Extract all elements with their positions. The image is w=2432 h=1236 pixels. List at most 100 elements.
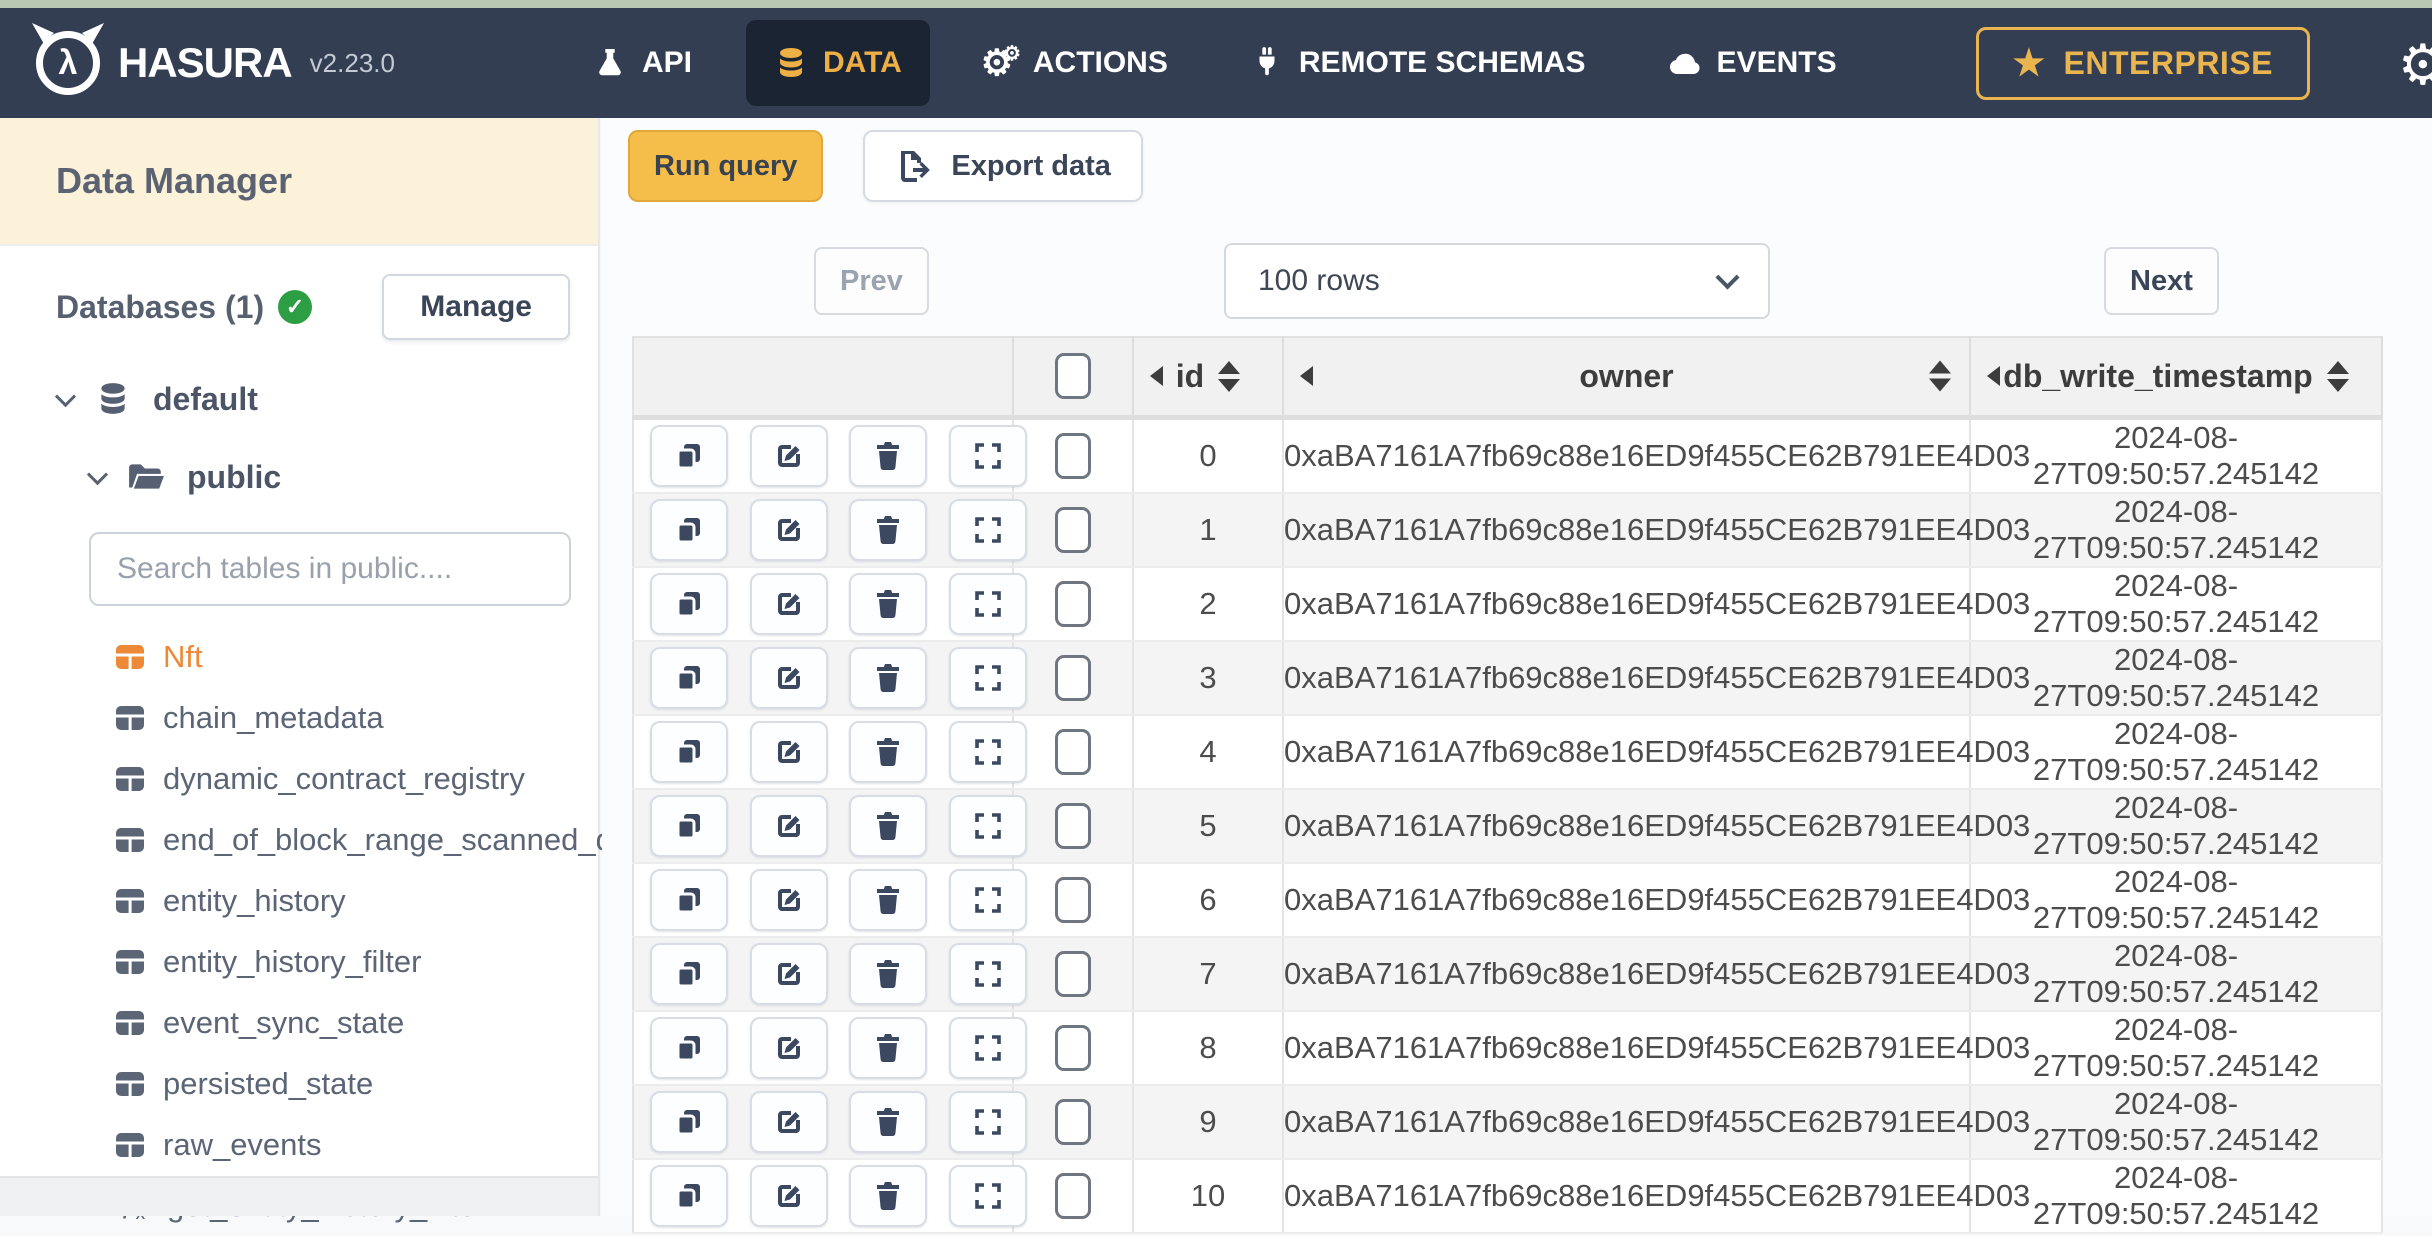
- collapse-column-icon[interactable]: [1987, 366, 2000, 386]
- row-clone-button[interactable]: [650, 943, 728, 1005]
- row-expand-button[interactable]: [949, 869, 1027, 931]
- row-delete-button[interactable]: [849, 795, 927, 857]
- row-edit-button[interactable]: [750, 943, 828, 1005]
- row-edit-button[interactable]: [750, 1017, 828, 1079]
- row-expand-button[interactable]: [949, 647, 1027, 709]
- row-edit-button[interactable]: [750, 499, 828, 561]
- row-delete-button[interactable]: [849, 1091, 927, 1153]
- row-expand-button[interactable]: [949, 573, 1027, 635]
- run-query-button[interactable]: Run query: [628, 130, 823, 202]
- nav-item-api[interactable]: API: [565, 20, 720, 106]
- row-delete-button[interactable]: [849, 425, 927, 487]
- column-header-db-write-timestamp[interactable]: db_write_timestamp: [1970, 337, 2382, 417]
- row-edit-button[interactable]: [750, 647, 828, 709]
- row-checkbox[interactable]: [1055, 877, 1091, 923]
- chevron-down-icon[interactable]: [87, 464, 108, 485]
- row-clone-button[interactable]: [650, 721, 728, 783]
- row-expand-button[interactable]: [949, 499, 1027, 561]
- sidebar-table-item[interactable]: ƒx dynamic_contract_registry: [0, 748, 598, 809]
- column-header-owner[interactable]: owner: [1283, 337, 1970, 417]
- row-delete-button[interactable]: [849, 721, 927, 783]
- table-row: 9 0xaBA7161A7fb69c88e16ED9f455CE62B791EE…: [633, 1085, 2382, 1159]
- row-expand-button[interactable]: [949, 1017, 1027, 1079]
- row-clone-button[interactable]: [650, 647, 728, 709]
- rows-per-page-select[interactable]: 100 rows: [1224, 243, 1770, 319]
- next-page-button[interactable]: Next: [2104, 247, 2219, 315]
- row-expand-button[interactable]: [949, 1091, 1027, 1153]
- sidebar-table-item[interactable]: ƒx end_of_block_range_scanned_data: [0, 809, 598, 870]
- row-expand-button[interactable]: [949, 795, 1027, 857]
- row-delete-button[interactable]: [849, 1017, 927, 1079]
- row-delete-button[interactable]: [849, 499, 927, 561]
- collapse-column-icon[interactable]: [1150, 366, 1163, 386]
- row-checkbox[interactable]: [1055, 803, 1091, 849]
- row-edit-button[interactable]: [750, 1165, 828, 1227]
- collapse-column-icon[interactable]: [1300, 366, 1313, 386]
- row-delete-button[interactable]: [849, 943, 927, 1005]
- nav-item-data[interactable]: DATA: [746, 20, 930, 106]
- sort-icon[interactable]: [2327, 361, 2349, 392]
- row-edit-button[interactable]: [750, 795, 828, 857]
- tree-node-database[interactable]: default: [0, 366, 598, 432]
- row-edit-button[interactable]: [750, 1091, 828, 1153]
- tree-node-schema[interactable]: public: [0, 444, 598, 510]
- row-edit-button[interactable]: [750, 573, 828, 635]
- cell-owner: 0xaBA7161A7fb69c88e16ED9f455CE62B791EE4D…: [1283, 789, 1970, 863]
- export-data-button[interactable]: Export data: [863, 130, 1143, 202]
- row-edit-button[interactable]: [750, 425, 828, 487]
- nav-item-remote-schemas[interactable]: REMOTE SCHEMAS: [1222, 20, 1614, 106]
- row-delete-button[interactable]: [849, 869, 927, 931]
- row-checkbox[interactable]: [1055, 655, 1091, 701]
- row-checkbox[interactable]: [1055, 729, 1091, 775]
- manage-button[interactable]: Manage: [382, 274, 570, 340]
- grid-body: 0 0xaBA7161A7fb69c88e16ED9f455CE62B791EE…: [633, 417, 2382, 1233]
- row-expand-button[interactable]: [949, 943, 1027, 1005]
- enterprise-button[interactable]: ★ ENTERPRISE: [1976, 27, 2310, 100]
- row-delete-button[interactable]: [849, 647, 927, 709]
- sort-icon[interactable]: [1929, 361, 1951, 392]
- nav-item-events[interactable]: EVENTS: [1640, 20, 1865, 106]
- schema-name: public: [187, 459, 281, 496]
- row-checkbox[interactable]: [1055, 433, 1091, 479]
- sidebar-table-item[interactable]: ƒx persisted_state: [0, 1053, 598, 1114]
- select-all-checkbox[interactable]: [1055, 353, 1091, 399]
- row-delete-button[interactable]: [849, 573, 927, 635]
- sidebar-table-item[interactable]: ƒx chain_metadata: [0, 687, 598, 748]
- sidebar-table-item[interactable]: ƒx entity_history_filter: [0, 931, 598, 992]
- search-tables-input[interactable]: [89, 532, 571, 606]
- row-clone-button[interactable]: [650, 1091, 728, 1153]
- row-clone-button[interactable]: [650, 795, 728, 857]
- hasura-logo[interactable]: λ: [34, 29, 102, 97]
- sidebar-table-item[interactable]: ƒx raw_events: [0, 1114, 598, 1175]
- row-checkbox[interactable]: [1055, 1099, 1091, 1145]
- prev-page-button[interactable]: Prev: [814, 247, 929, 315]
- column-header-id[interactable]: id: [1133, 337, 1283, 417]
- edit-icon: [773, 1032, 805, 1064]
- row-clone-button[interactable]: [650, 573, 728, 635]
- row-checkbox[interactable]: [1055, 1025, 1091, 1071]
- row-clone-button[interactable]: [650, 869, 728, 931]
- row-checkbox[interactable]: [1055, 581, 1091, 627]
- chevron-down-icon[interactable]: [55, 386, 76, 407]
- row-delete-button[interactable]: [849, 1165, 927, 1227]
- row-clone-button[interactable]: [650, 1165, 728, 1227]
- row-clone-button[interactable]: [650, 1017, 728, 1079]
- row-edit-button[interactable]: [750, 869, 828, 931]
- gears-icon: ⚙⚙: [984, 46, 1018, 80]
- sort-icon[interactable]: [1218, 361, 1240, 392]
- row-checkbox[interactable]: [1055, 507, 1091, 553]
- nav-item-actions[interactable]: ⚙⚙ ACTIONS: [956, 20, 1196, 106]
- row-expand-button[interactable]: [949, 1165, 1027, 1227]
- row-checkbox[interactable]: [1055, 951, 1091, 997]
- sidebar-table-item[interactable]: ƒx Nft: [0, 626, 598, 687]
- row-clone-button[interactable]: [650, 425, 728, 487]
- row-edit-button[interactable]: [750, 721, 828, 783]
- sidebar-table-item[interactable]: ƒx entity_history: [0, 870, 598, 931]
- row-checkbox[interactable]: [1055, 1173, 1091, 1219]
- settings-gear-icon[interactable]: ⚙: [2398, 32, 2432, 98]
- sidebar-footer: [0, 1176, 598, 1216]
- row-clone-button[interactable]: [650, 499, 728, 561]
- row-expand-button[interactable]: [949, 721, 1027, 783]
- row-expand-button[interactable]: [949, 425, 1027, 487]
- sidebar-table-item[interactable]: ƒx event_sync_state: [0, 992, 598, 1053]
